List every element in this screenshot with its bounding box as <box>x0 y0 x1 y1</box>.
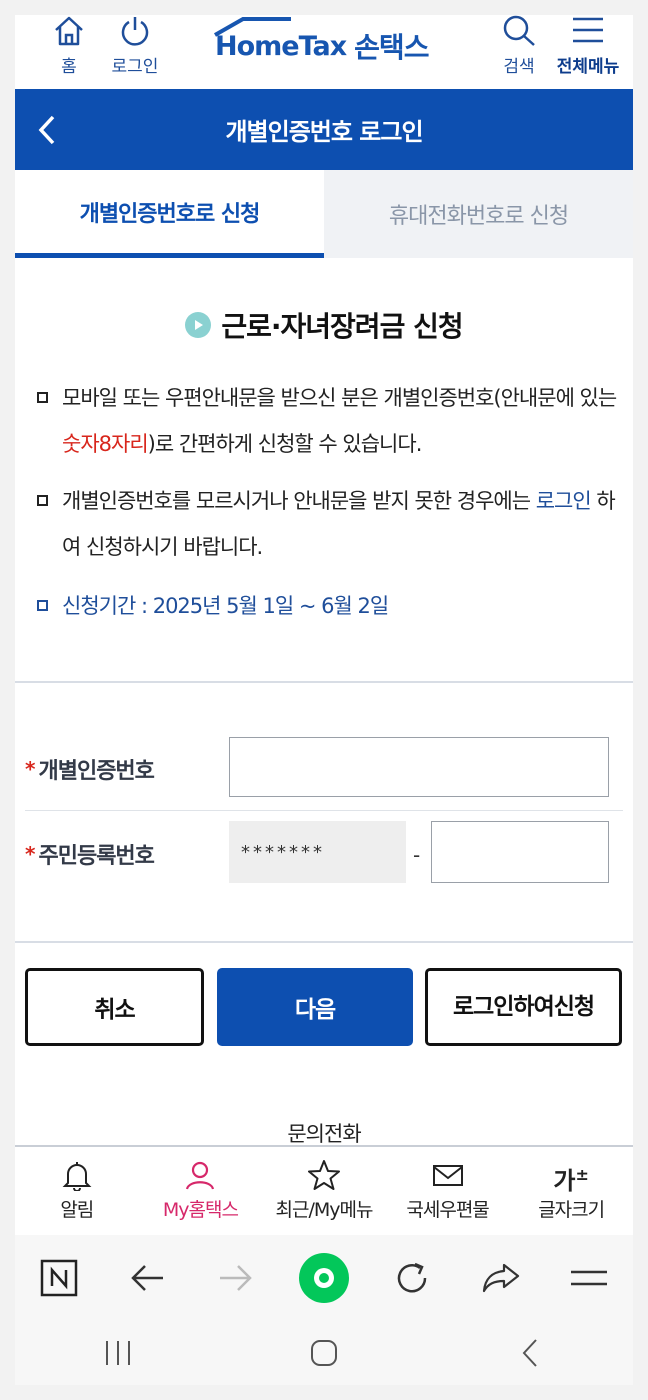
browser-forward-button[interactable] <box>206 1248 266 1308</box>
bullet1-text: 모바일 또는 우편안내문을 받으신 분은 개별인증번호(안내문에 있는 <box>62 386 617 410</box>
power-icon <box>121 17 149 46</box>
browser-home-button[interactable] <box>294 1248 354 1308</box>
system-home-button[interactable] <box>294 1323 354 1383</box>
notice-bullet-3: 신청기간 : 2025년 5월 1일 ~ 6월 2일 <box>37 583 621 629</box>
tab-cert-number[interactable]: 개별인증번호로 신청 <box>15 170 324 258</box>
bottom-nav: 알림 My홈택스 최근/My메뉴 국세우편물 가± 글자크기 <box>15 1145 633 1235</box>
cert-number-input[interactable] <box>229 737 609 797</box>
highlight-digits: 숫자8자리 <box>62 432 149 456</box>
nav-item-recent-menu[interactable]: 최근/My메뉴 <box>262 1147 386 1235</box>
system-back-button[interactable] <box>500 1323 560 1383</box>
nav-label: 글자크기 <box>538 1199 605 1221</box>
home-label: 홈 <box>61 57 77 77</box>
required-mark: * <box>25 842 36 866</box>
bullet-text: 모바일 또는 우편안내문을 받으신 분은 개별인증번호(안내문에 있는 숫자8자… <box>62 375 621 467</box>
cert-number-label-text: 개별인증번호 <box>38 759 154 784</box>
chevron-left-icon <box>38 115 55 145</box>
nav-item-my-hometax[interactable]: My홈택스 <box>139 1147 263 1235</box>
home-dot-icon <box>298 1253 349 1303</box>
notice-title-text: 근로·자녀장려금 신청 <box>221 310 463 343</box>
nav-item-font-size[interactable]: 가± 글자크기 <box>509 1147 633 1235</box>
square-bullet-icon <box>37 495 48 506</box>
naver-button[interactable] <box>29 1248 89 1308</box>
search-label: 검색 <box>503 57 535 77</box>
font-size-icon: 가± <box>553 1159 589 1195</box>
login-link[interactable]: 로그인 <box>536 489 592 513</box>
system-nav-bar <box>15 1321 633 1385</box>
mail-icon <box>432 1165 463 1186</box>
forward-arrow-icon <box>219 1265 252 1291</box>
naver-icon <box>40 1259 78 1297</box>
home-icon <box>55 16 83 46</box>
bell-icon <box>62 1162 92 1191</box>
title-bar: 개별인증번호 로그인 <box>15 89 633 170</box>
search-button[interactable]: 검색 <box>497 15 541 89</box>
nav-label: 국세우편물 <box>406 1199 489 1221</box>
font-icon-glyph: 가 <box>553 1167 576 1195</box>
home-button[interactable]: 홈 <box>51 15 87 89</box>
back-button[interactable] <box>29 111 63 149</box>
divider <box>15 941 633 943</box>
rrn-dash: - <box>413 843 421 867</box>
application-period: 신청기간 : 2025년 5월 1일 ~ 6월 2일 <box>62 594 389 618</box>
page-title: 개별인증번호 로그인 <box>225 118 423 146</box>
browser-share-button[interactable] <box>471 1248 531 1308</box>
login-label: 로그인 <box>111 57 159 77</box>
rrn-back-input[interactable] <box>431 821 609 883</box>
tab-phone-number[interactable]: 휴대전화번호로 신청 <box>324 170 633 258</box>
menu-label: 전체메뉴 <box>556 57 620 77</box>
browser-toolbar <box>15 1235 633 1321</box>
rounded-square-icon <box>311 1340 337 1366</box>
search-icon <box>503 15 535 46</box>
rrn-label: * 주민등록번호 <box>25 838 155 870</box>
notice-title: 근로·자녀장려금 신청 <box>15 305 633 345</box>
logo-text: HomeTax <box>214 16 347 62</box>
browser-menu-button[interactable] <box>559 1248 619 1308</box>
row-divider <box>25 810 623 811</box>
nav-item-tax-mail[interactable]: 국세우편물 <box>386 1147 510 1235</box>
notice-bullet-1: 모바일 또는 우편안내문을 받으신 분은 개별인증번호(안내문에 있는 숫자8자… <box>37 375 621 467</box>
divider <box>15 681 633 683</box>
recent-apps-button[interactable] <box>88 1323 148 1383</box>
nav-item-alerts[interactable]: 알림 <box>15 1147 139 1235</box>
required-mark: * <box>25 757 36 781</box>
roof-icon <box>214 16 291 37</box>
user-icon <box>186 1161 215 1190</box>
back-arrow-icon <box>131 1265 164 1291</box>
login-button[interactable]: 로그인 <box>109 15 161 89</box>
tab-bar: 개별인증번호로 신청 휴대전화번호로 신청 <box>15 170 633 258</box>
bullet-text: 개별인증번호를 모르시거나 안내문을 받지 못한 경우에는 로그인 하여 신청하… <box>62 478 621 570</box>
app-frame: 홈 로그인 HomeTax 손택스 검색 전체메뉴 개별인증번호 로그인 개별인… <box>15 15 633 1385</box>
square-bullet-icon <box>37 392 48 403</box>
browser-back-button[interactable] <box>117 1248 177 1308</box>
login-apply-button[interactable]: 로그인하여신청 <box>425 968 622 1046</box>
nav-label: 알림 <box>60 1199 94 1221</box>
font-icon-sup: ± <box>575 1165 589 1184</box>
nav-label: 최근/My메뉴 <box>275 1199 374 1221</box>
notice-bullet-2: 개별인증번호를 모르시거나 안내문을 받지 못한 경우에는 로그인 하여 신청하… <box>37 478 621 570</box>
chevron-left-icon <box>522 1339 537 1367</box>
refresh-icon <box>398 1262 427 1293</box>
contact-heading: 문의전화 <box>287 1122 361 1146</box>
hamburger-icon <box>573 17 603 43</box>
square-bullet-icon <box>37 600 48 611</box>
browser-refresh-button[interactable] <box>382 1248 442 1308</box>
menu-icon <box>570 1270 607 1286</box>
recent-apps-icon <box>106 1341 130 1365</box>
cert-number-label: * 개별인증번호 <box>25 753 155 785</box>
top-header: 홈 로그인 HomeTax 손택스 검색 전체메뉴 <box>15 15 633 89</box>
bullet1-text-end: )로 간편하게 신청할 수 있습니다. <box>147 432 423 456</box>
share-icon <box>482 1263 519 1293</box>
star-icon <box>307 1160 340 1190</box>
menu-button[interactable]: 전체메뉴 <box>553 15 623 89</box>
cancel-button[interactable]: 취소 <box>25 968 204 1046</box>
next-button[interactable]: 다음 <box>217 968 413 1046</box>
bullet2-text: 개별인증번호를 모르시거나 안내문을 받지 못한 경우에는 <box>62 489 536 513</box>
play-circle-icon <box>185 312 212 338</box>
rrn-label-text: 주민등록번호 <box>38 844 154 869</box>
nav-label: My홈택스 <box>162 1199 239 1221</box>
logo-korean: 손택스 <box>354 31 429 64</box>
rrn-front-field: ******* <box>229 821 406 883</box>
hometax-logo[interactable]: HomeTax 손택스 <box>214 16 445 71</box>
